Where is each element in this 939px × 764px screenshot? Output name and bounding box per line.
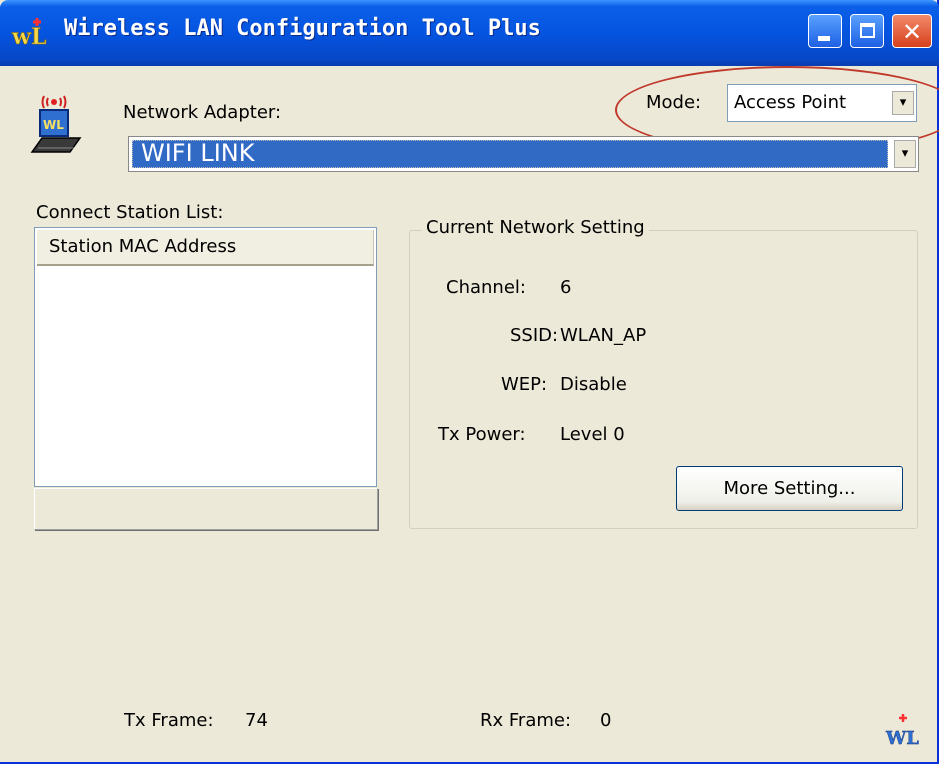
more-setting-label: More Setting... — [723, 478, 856, 499]
close-icon: ✕ — [901, 18, 923, 46]
minimize-button[interactable] — [808, 14, 842, 48]
tx-power-label: Tx Power: — [438, 424, 526, 445]
network-adapter-icon: WL — [30, 95, 82, 153]
maximize-button[interactable] — [850, 14, 884, 48]
svg-text:wL: wL — [11, 24, 46, 50]
channel-value: 6 — [560, 277, 572, 298]
wl-tray-icon: WL — [885, 714, 919, 748]
svg-text:WL: WL — [885, 728, 919, 748]
network-adapter-dropdown[interactable]: WIFI LINK ▾ — [128, 136, 919, 172]
station-list[interactable]: Station MAC Address — [34, 227, 377, 487]
group-legend: Current Network Setting — [422, 217, 649, 238]
window-title: Wireless LAN Configuration Tool Plus — [64, 16, 541, 41]
station-status-box — [34, 488, 378, 530]
tx-frame-label: Tx Frame: — [124, 710, 214, 731]
dropdown-arrow-icon[interactable]: ▾ — [894, 140, 916, 168]
rx-frame-value: 0 — [600, 710, 612, 731]
column-header-mac[interactable]: Station MAC Address — [37, 230, 374, 266]
rx-frame-label: Rx Frame: — [480, 710, 572, 731]
wep-label: WEP: — [501, 374, 548, 395]
network-adapter-label: Network Adapter: — [123, 102, 282, 123]
ssid-value: WLAN_AP — [560, 325, 647, 346]
more-setting-button[interactable]: More Setting... — [676, 466, 903, 511]
app-window: wL Wireless LAN Configuration Tool Plus … — [0, 0, 939, 764]
ssid-label: SSID: — [510, 325, 559, 346]
channel-label: Channel: — [446, 277, 526, 298]
maximize-icon — [860, 23, 875, 38]
minimize-icon — [818, 36, 830, 41]
svg-text:WL: WL — [43, 118, 64, 132]
tx-frame-value: 74 — [245, 710, 268, 731]
column-header-label: Station MAC Address — [49, 236, 237, 257]
title-bar[interactable]: wL Wireless LAN Configuration Tool Plus … — [0, 0, 939, 66]
tx-power-value: Level 0 — [560, 424, 625, 445]
adapter-value: WIFI LINK — [141, 139, 255, 167]
wl-logo-icon: wL — [11, 18, 47, 50]
wep-value: Disable — [560, 374, 627, 395]
station-list-label: Connect Station List: — [36, 202, 224, 223]
close-button[interactable]: ✕ — [892, 14, 932, 48]
